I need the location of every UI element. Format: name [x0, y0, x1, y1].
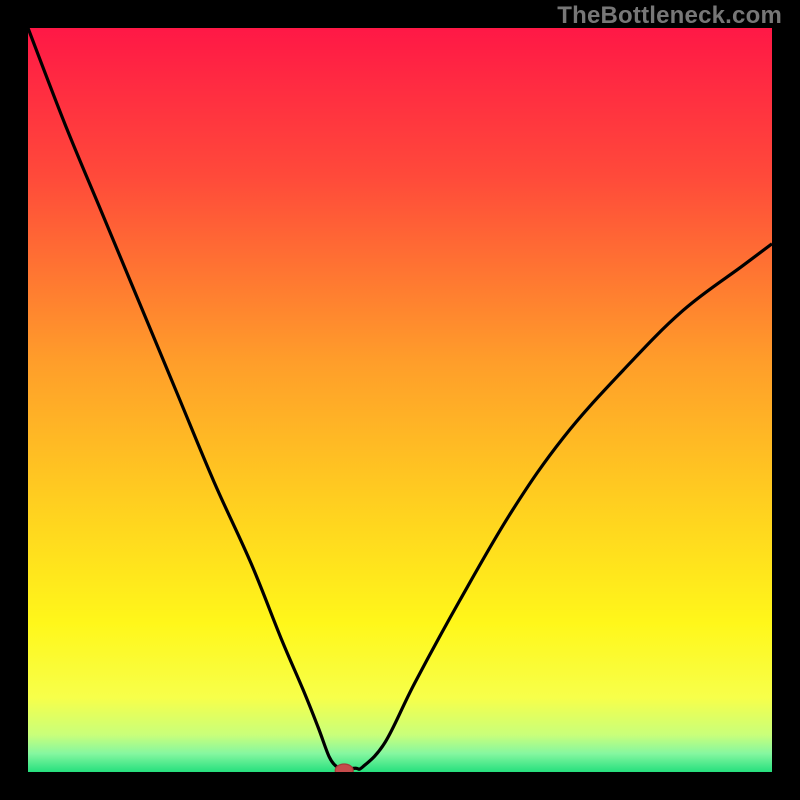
chart-frame: TheBottleneck.com	[0, 0, 800, 800]
chart-svg	[28, 28, 772, 772]
watermark-text: TheBottleneck.com	[557, 2, 782, 30]
bottleneck-chart	[28, 28, 772, 772]
optimal-point-marker	[335, 764, 353, 772]
gradient-background	[28, 28, 772, 772]
